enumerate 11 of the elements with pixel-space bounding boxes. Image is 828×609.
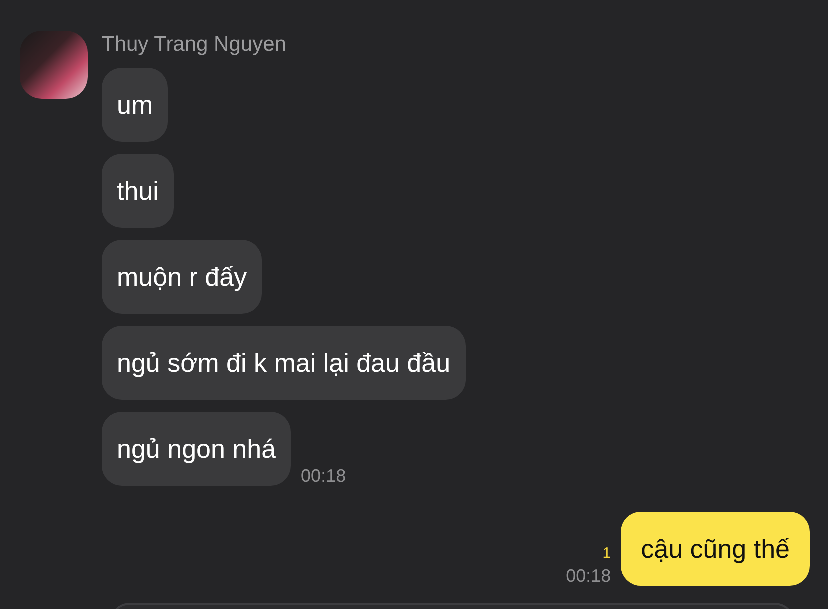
message-bubble: cậu cũng thế <box>621 512 810 586</box>
message-bubble: ngủ sớm đi k mai lại đau đầu <box>102 326 466 400</box>
message-bubble: um <box>102 68 168 142</box>
sender-name: Thuy Trang Nguyen <box>102 32 286 58</box>
message-time: 00:18 <box>566 566 612 586</box>
message-bubble: muộn r đấy <box>102 240 262 314</box>
message-bubble: thui <box>102 154 174 228</box>
message-time: 00:18 <box>301 466 346 486</box>
unread-count: 1 <box>602 545 612 562</box>
avatar-photo-placeholder[interactable] <box>20 31 88 99</box>
message-bubble: ngủ ngon nhá <box>102 412 292 486</box>
